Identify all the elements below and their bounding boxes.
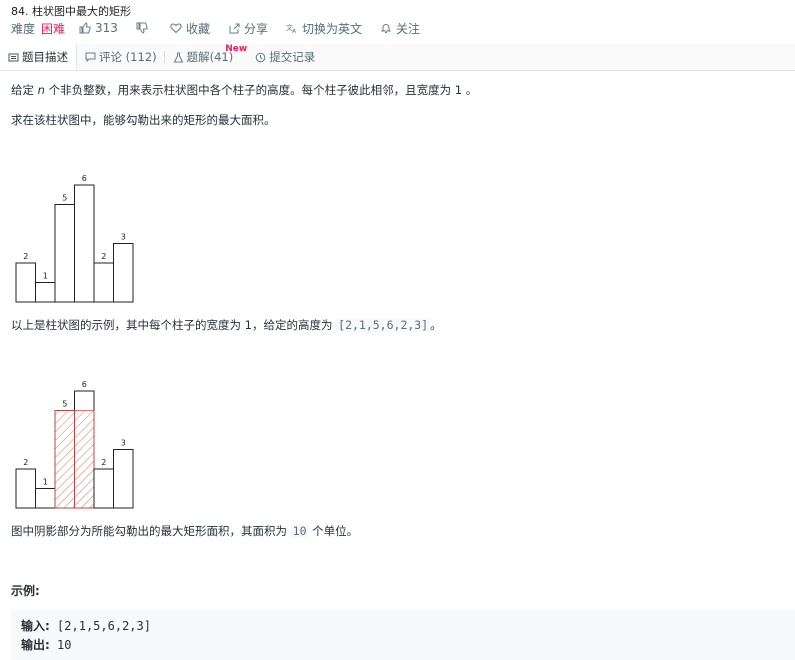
- description-paragraph-4: 图中阴影部分为所能勾勒出的最大矩形面积，其面积为 10 个单位。: [11, 524, 359, 538]
- problem-title: 84. 柱状图中最大的矩形: [11, 5, 131, 18]
- tab-label: 提交记录: [269, 50, 316, 64]
- like-button[interactable]: 313: [79, 21, 118, 35]
- histogram-bar: [15, 262, 36, 303]
- bar-height-label: 2: [101, 252, 106, 261]
- max-rectangle-shade: [74, 410, 95, 509]
- bar-height-label: 5: [62, 194, 67, 203]
- share-label: 分享: [243, 21, 268, 36]
- switch-language-label: 切换为英文: [301, 21, 362, 36]
- histogram-figure: 2 1 5 6 2 3: [15, 174, 134, 303]
- bell-icon: [380, 24, 392, 33]
- comment-icon: [85, 52, 96, 62]
- bar-height-label: 2: [23, 252, 28, 261]
- area-code: 10: [290, 524, 309, 538]
- tab-submissions[interactable]: 提交记录: [247, 44, 323, 70]
- heart-icon: [170, 23, 182, 34]
- thumbs-up-icon: [79, 22, 91, 34]
- flask-icon: [173, 52, 183, 62]
- dislike-button[interactable]: [136, 22, 152, 34]
- tab-comments[interactable]: 评论 (112): [77, 44, 165, 70]
- favorite-label: 收藏: [185, 21, 210, 36]
- histogram-bar: [113, 243, 134, 303]
- clock-icon: [255, 52, 266, 62]
- svg-text:A: A: [292, 28, 297, 34]
- bar-height-label: 3: [121, 233, 126, 242]
- follow-button[interactable]: 关注: [380, 20, 420, 37]
- share-icon: [229, 23, 240, 34]
- bar-height-label: 1: [43, 478, 48, 487]
- example-block: 输入: [2,1,5,6,2,3] 输出: 10: [11, 610, 795, 660]
- switch-language-button[interactable]: 文A 切换为英文: [286, 20, 362, 37]
- tab-label: 题目描述: [22, 50, 68, 64]
- histogram-bar: [74, 184, 95, 303]
- tab-description[interactable]: 题目描述: [0, 44, 77, 70]
- problem-header: 84. 柱状图中最大的矩形 难度 困难 313 收藏 分享 文A 切换为英文 关…: [0, 0, 795, 44]
- new-badge: New: [225, 44, 248, 54]
- variable-n: n: [37, 83, 45, 97]
- heights-code: [2,1,5,6,2,3]: [336, 318, 431, 332]
- tab-solutions[interactable]: 题解(41) New: [165, 44, 247, 70]
- translate-icon: 文A: [286, 23, 297, 34]
- example-title: 示例:: [11, 584, 40, 598]
- description-paragraph-3: 以上是柱状图的示例，其中每个柱子的宽度为 1，给定的高度为 [2,1,5,6,2…: [11, 318, 442, 332]
- share-button[interactable]: 分享: [228, 20, 268, 37]
- bar-height-label: 5: [62, 400, 67, 409]
- example-output: 输出: 10: [21, 638, 72, 652]
- histogram-bar: [54, 204, 75, 303]
- bar-height-label: 2: [101, 458, 106, 467]
- description-paragraph-2: 求在该柱状图中，能够勾勒出来的矩形的最大面积。: [11, 113, 276, 127]
- tab-label: 评论 (112): [99, 50, 157, 64]
- problem-meta-bar: 难度 困难 313 收藏 分享 文A 切换为英文 关注: [11, 20, 438, 36]
- bar-height-label: 6: [82, 174, 87, 183]
- histogram-bar: [15, 468, 36, 509]
- histogram-bar: [93, 468, 114, 509]
- thumbs-down-icon: [136, 22, 148, 34]
- bar-height-label: 3: [121, 439, 126, 448]
- difficulty-badge: 困难: [41, 21, 66, 36]
- max-rectangle-shade: [54, 410, 75, 509]
- bar-height-label: 6: [82, 380, 87, 389]
- document-icon: [8, 53, 19, 61]
- histogram-bar: [113, 449, 134, 509]
- favorite-button[interactable]: 收藏: [170, 20, 210, 37]
- like-count: 313: [95, 21, 118, 35]
- bar-height-label: 1: [43, 272, 48, 281]
- histogram-bar: [35, 488, 56, 509]
- difficulty-label: 难度: [11, 21, 36, 36]
- histogram-bar: [35, 282, 56, 303]
- follow-label: 关注: [395, 21, 420, 36]
- description-paragraph-1: 给定 n 个非负整数，用来表示柱状图中各个柱子的高度。每个柱子彼此相邻，且宽度为…: [11, 83, 478, 97]
- bar-height-label: 2: [23, 458, 28, 467]
- histogram-bar: [93, 262, 114, 303]
- example-input: 输入: [2,1,5,6,2,3]: [21, 619, 151, 633]
- problem-tabs: 题目描述 评论 (112) 题解(41) New 提交记录: [0, 44, 795, 71]
- histogram-shaded-figure: 2 1 5 6 2 3: [15, 380, 134, 509]
